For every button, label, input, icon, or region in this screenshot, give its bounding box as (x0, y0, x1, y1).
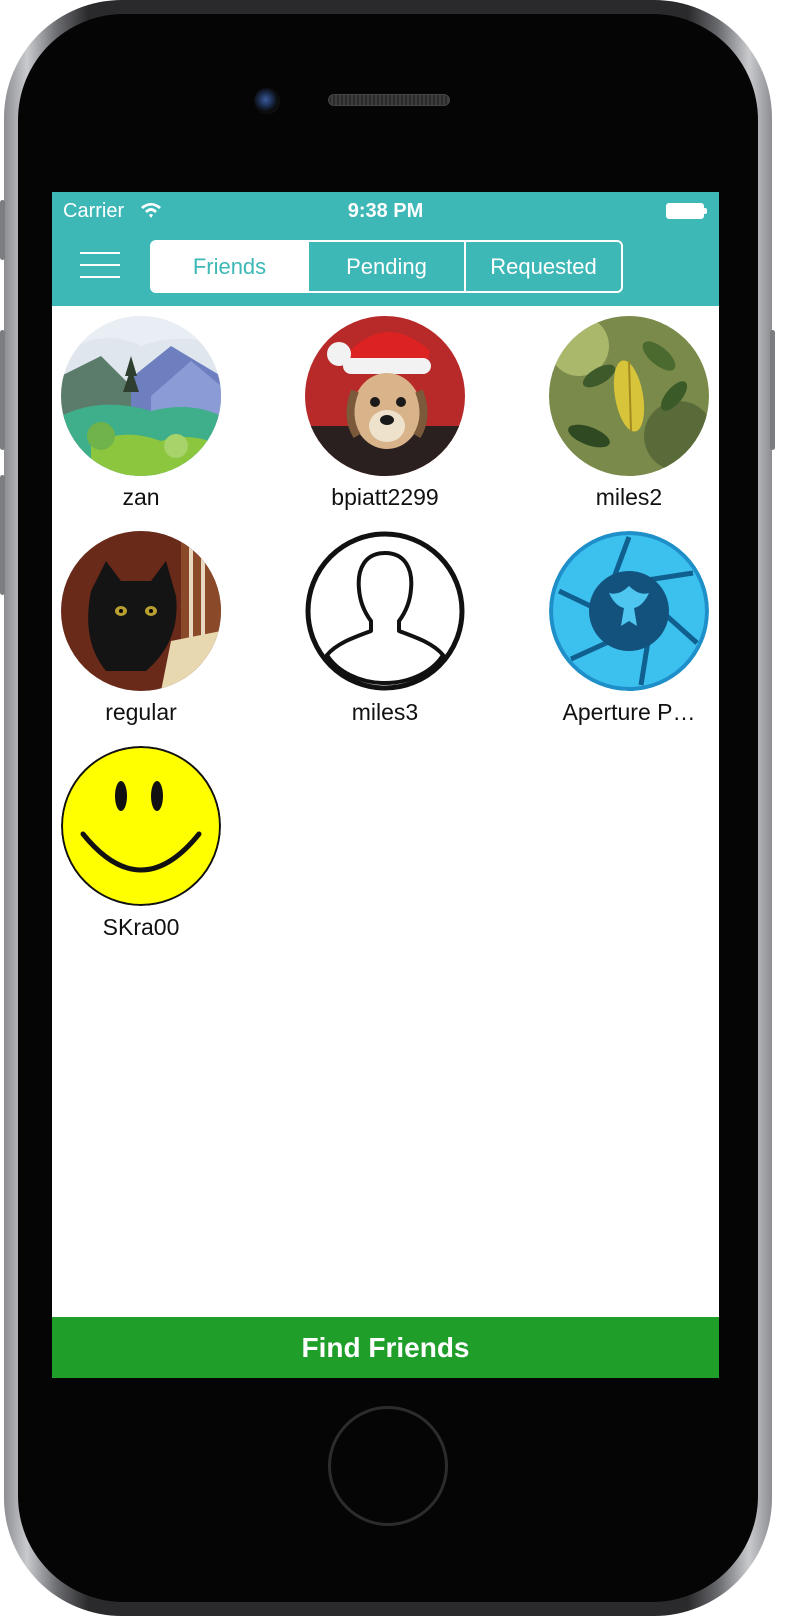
dog-santa-hat-icon (305, 316, 465, 476)
friend-name: miles2 (595, 484, 663, 510)
friend-name: miles3 (351, 699, 419, 725)
friend-item[interactable]: miles3 (285, 531, 485, 726)
avatar (61, 316, 221, 476)
status-bar: Carrier 9:38 PM (52, 192, 719, 230)
avatar (549, 316, 709, 476)
avatar (549, 531, 709, 691)
home-button[interactable] (328, 1406, 448, 1526)
hamburger-menu-icon[interactable] (80, 250, 120, 280)
app-screen: Carrier 9:38 PM Friends Pending Requeste… (52, 192, 719, 1378)
tab-friends[interactable]: Friends (152, 242, 307, 291)
black-cat-photo-icon (61, 531, 221, 691)
smiley-face-icon (61, 746, 221, 906)
tab-pending[interactable]: Pending (307, 242, 464, 291)
friend-item[interactable]: Aperture P… (529, 531, 719, 726)
avatar (61, 531, 221, 691)
landscape-painting-icon (61, 316, 221, 476)
friend-item[interactable]: bpiatt2299 (285, 316, 485, 511)
avatar (305, 531, 465, 691)
friends-segmented-control: Friends Pending Requested (150, 240, 623, 293)
friend-item[interactable]: zan (52, 316, 241, 511)
default-person-icon (305, 531, 465, 691)
friend-name: zan (122, 484, 160, 510)
aperture-logo-icon (549, 531, 709, 691)
tab-requested[interactable]: Requested (464, 242, 621, 291)
friend-name: SKra00 (102, 914, 180, 940)
find-friends-button[interactable]: Find Friends (52, 1317, 719, 1378)
friend-name: Aperture P… (562, 699, 696, 725)
power-button (770, 330, 775, 450)
friend-name: regular (105, 699, 177, 725)
battery-icon (666, 203, 707, 219)
friend-item[interactable]: miles2 (529, 316, 719, 511)
leaves-photo-icon (549, 316, 709, 476)
earpiece-speaker (328, 94, 450, 106)
friend-name: bpiatt2299 (331, 484, 439, 510)
friend-item[interactable]: SKra00 (52, 746, 241, 941)
volume-down-button (0, 475, 5, 595)
status-time: 9:38 PM (347, 200, 424, 222)
avatar (305, 316, 465, 476)
front-camera (254, 88, 280, 114)
avatar (61, 746, 221, 906)
nav-bar: Friends Pending Requested (52, 230, 719, 306)
volume-up-button (0, 330, 5, 450)
friend-item[interactable]: regular (52, 531, 241, 726)
mute-switch (0, 200, 5, 260)
